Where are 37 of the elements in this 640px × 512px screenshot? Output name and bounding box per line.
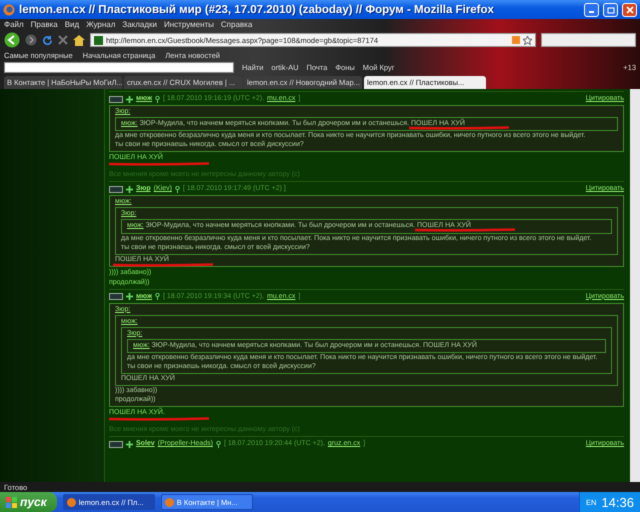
scrollbar[interactable]: [630, 89, 640, 482]
flag-badge-icon: [109, 440, 123, 448]
maximize-button[interactable]: [603, 2, 618, 16]
close-icon: [626, 6, 634, 14]
flag-badge-icon: [109, 186, 123, 193]
search-field[interactable]: [541, 33, 636, 47]
window-title: lemon.en.cx // Пластиковый мир (#23, 17.07.2010) (zaboday) // Форум - Mozilla Firefox: [19, 4, 495, 16]
back-icon[interactable]: [4, 32, 20, 48]
browser-logo-icon: [164, 498, 174, 506]
yandex-search-field[interactable]: [4, 62, 234, 73]
stop-icon[interactable]: [58, 35, 68, 45]
browser-logo-icon: [66, 498, 76, 506]
menu-item[interactable]: Файл: [4, 20, 24, 29]
forward-icon[interactable]: [25, 34, 37, 46]
plus-icon[interactable]: [126, 186, 133, 193]
menu-item[interactable]: Правка: [30, 20, 58, 29]
menu-item[interactable]: Инструменты: [164, 20, 214, 29]
close-button[interactable]: [622, 2, 637, 16]
star-icon[interactable]: [523, 36, 532, 44]
start-button[interactable]: пуск: [0, 492, 57, 512]
minimize-button[interactable]: [584, 2, 599, 16]
flag-badge-icon: [109, 293, 123, 300]
restore-icon: [606, 6, 614, 14]
home-icon[interactable]: [73, 34, 85, 46]
menu-item[interactable]: Журнал: [86, 20, 116, 29]
browser-logo-icon: [3, 4, 15, 16]
menu-item[interactable]: Справка: [220, 20, 252, 29]
site-icon: [94, 36, 103, 44]
menu-item[interactable]: Закладки: [122, 20, 158, 29]
flag-badge-icon: [109, 96, 123, 103]
plus-icon[interactable]: [126, 440, 133, 448]
menu-item[interactable]: Вид: [64, 20, 80, 29]
windows-logo-icon: [6, 496, 17, 508]
plus-icon[interactable]: [126, 293, 133, 300]
plus-icon[interactable]: [126, 96, 133, 103]
reload-icon[interactable]: [42, 34, 53, 46]
clock-text: 14:36: [601, 494, 634, 510]
